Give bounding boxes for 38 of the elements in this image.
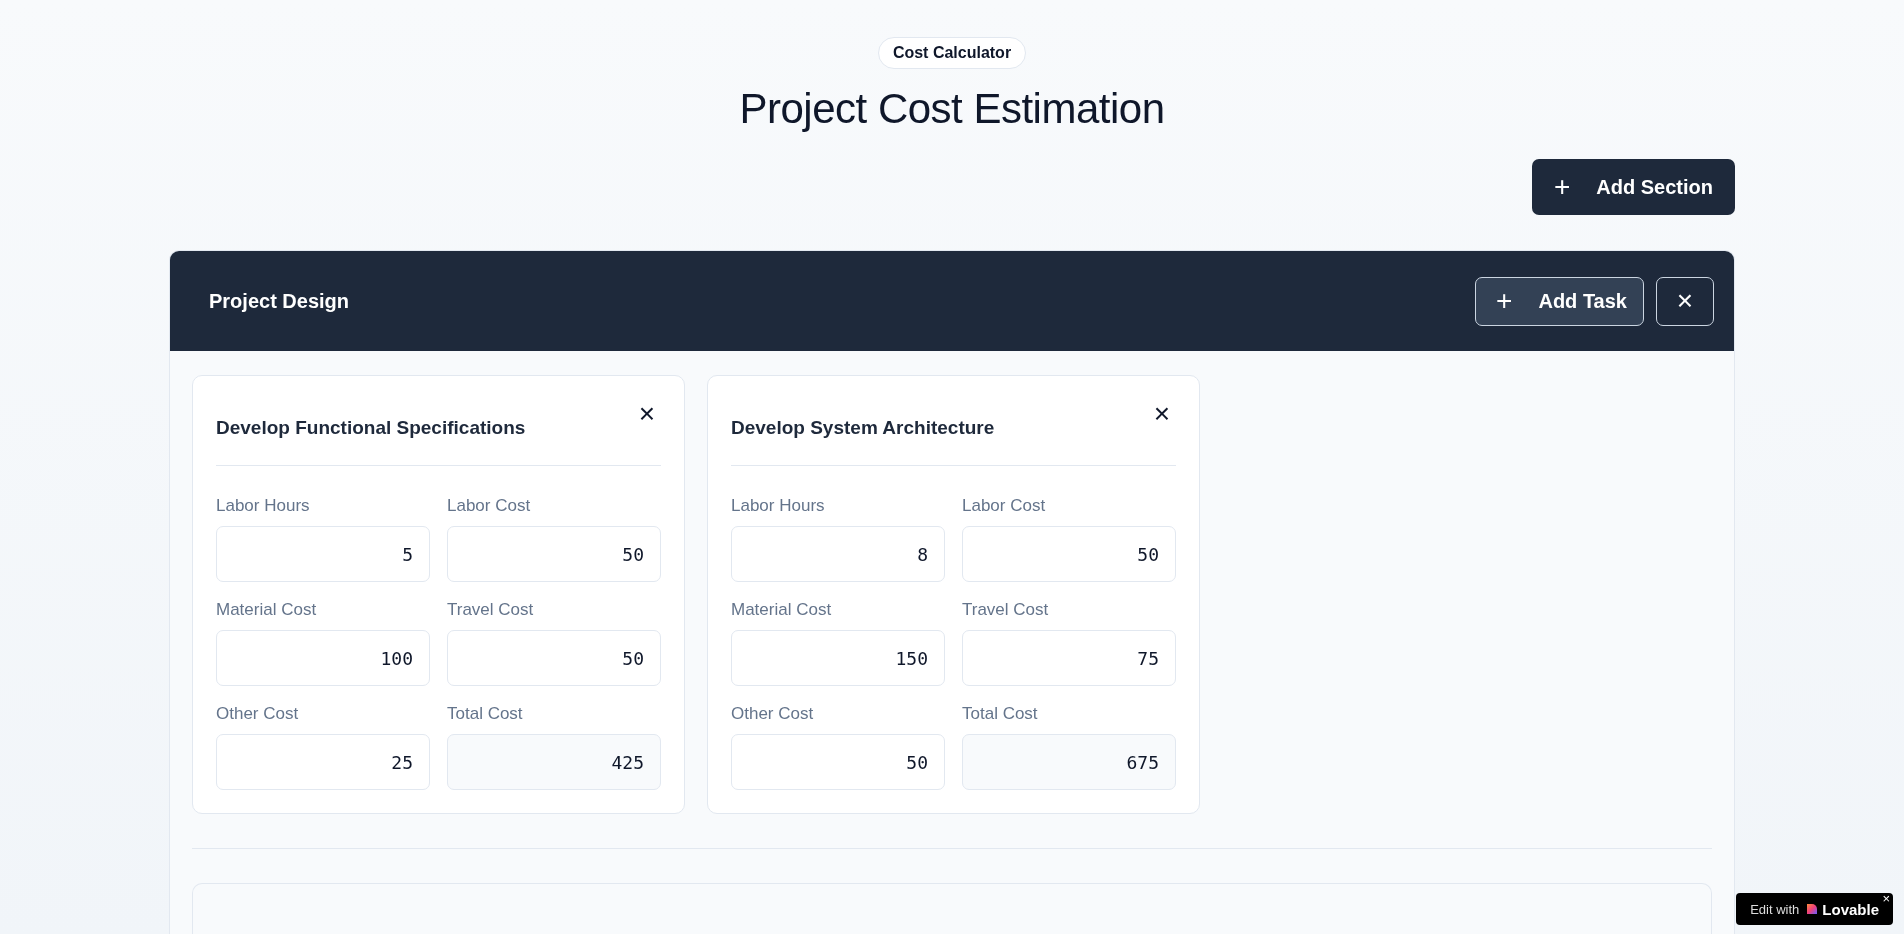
- field-label: Total Cost: [962, 704, 1039, 724]
- close-button[interactable]: ×: [1147, 400, 1176, 428]
- input-field[interactable]: 8: [731, 526, 945, 582]
- field-label: Labor Hours: [216, 496, 311, 516]
- edit-badge[interactable]: Edit with Lovable ×: [1736, 893, 1893, 925]
- input-field[interactable]: 50: [731, 734, 945, 790]
- field-label: Labor Cost: [962, 496, 1047, 516]
- field-label: Travel Cost: [447, 600, 535, 620]
- input-field[interactable]: 150: [731, 630, 945, 686]
- input-field[interactable]: 50: [962, 526, 1176, 582]
- field-label: Material Cost: [216, 600, 318, 620]
- input-field[interactable]: 5: [216, 526, 430, 582]
- page-title: Project Cost Estimation: [739, 85, 1165, 133]
- field-label: Labor Hours: [731, 496, 826, 516]
- add-section-button[interactable]: + Add Section: [1531, 159, 1735, 215]
- input-field[interactable]: 100: [216, 630, 430, 686]
- close-icon[interactable]: ×: [1882, 891, 1890, 906]
- input-field[interactable]: 25: [216, 734, 430, 790]
- input-field[interactable]: 75: [962, 630, 1176, 686]
- app-badge: Cost Calculator: [877, 37, 1027, 69]
- input-field[interactable]: 50: [447, 526, 661, 582]
- add-task-button[interactable]: + Add Task: [1475, 276, 1644, 326]
- brand-name: Lovable: [1822, 900, 1879, 918]
- task-title: Develop System Architecture: [731, 417, 995, 439]
- section-title: Project Design: [209, 289, 350, 313]
- field-label: Travel Cost: [962, 600, 1050, 620]
- task-title: Develop Functional Specifications: [216, 417, 526, 439]
- badge-text: Edit with: [1750, 901, 1800, 917]
- field-label: Labor Cost: [447, 496, 532, 516]
- close-button[interactable]: ×: [632, 400, 661, 428]
- field-label: Total Cost: [447, 704, 524, 724]
- field-label: Other Cost: [731, 704, 815, 724]
- field-label: Material Cost: [731, 600, 833, 620]
- close-button[interactable]: ×: [1656, 276, 1714, 326]
- total-field[interactable]: 675: [962, 734, 1176, 790]
- input-field[interactable]: 50: [447, 630, 661, 686]
- total-field[interactable]: 425: [447, 734, 661, 790]
- field-label: Other Cost: [216, 704, 300, 724]
